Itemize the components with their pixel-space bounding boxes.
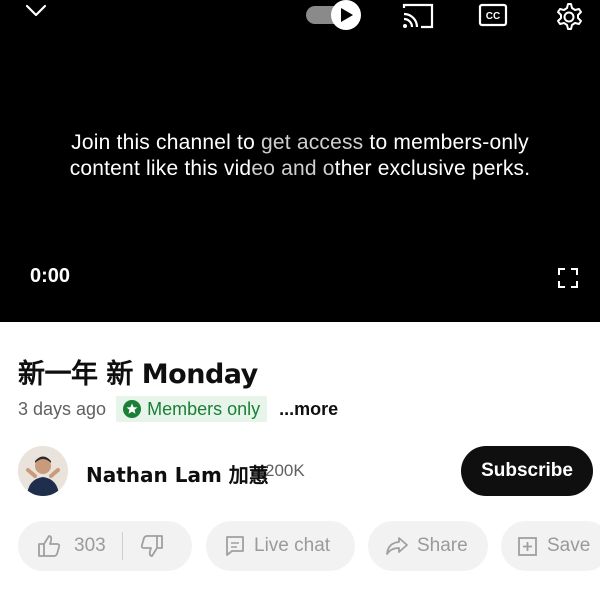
message-text: ther exclusive perks. bbox=[334, 157, 531, 180]
cast-icon[interactable] bbox=[400, 0, 436, 32]
subscriber-count: 200K bbox=[265, 461, 305, 480]
video-meta: 3 days ago Members only ...more bbox=[18, 396, 338, 422]
channel-avatar[interactable] bbox=[18, 446, 68, 496]
members-only-badge: Members only bbox=[116, 396, 268, 422]
share-button[interactable]: Share bbox=[368, 521, 488, 571]
video-title: 新一年 新 Monday bbox=[18, 359, 258, 390]
save-button[interactable]: Save bbox=[501, 521, 600, 571]
like-dislike-group: 303 bbox=[18, 521, 192, 571]
message-text: to members-only bbox=[363, 131, 529, 154]
captions-icon[interactable]: CC bbox=[476, 0, 510, 30]
chat-icon bbox=[224, 534, 246, 558]
dislike-button[interactable] bbox=[123, 521, 165, 571]
save-label: Save bbox=[547, 535, 591, 556]
save-playlist-icon bbox=[517, 535, 539, 557]
share-label: Share bbox=[417, 535, 468, 556]
message-text: Join this channel to bbox=[71, 131, 261, 154]
members-message: Join this channel to get access to membe… bbox=[0, 130, 600, 182]
settings-icon[interactable] bbox=[550, 0, 586, 32]
thumbs-down-icon bbox=[139, 533, 165, 559]
message-text: get access bbox=[261, 131, 364, 154]
star-icon bbox=[123, 400, 142, 418]
live-chat-label: Live chat bbox=[254, 535, 331, 556]
autoplay-toggle-icon[interactable] bbox=[304, 0, 364, 32]
subscribe-button[interactable]: Subscribe bbox=[461, 446, 593, 496]
share-icon bbox=[385, 535, 409, 557]
fullscreen-icon[interactable] bbox=[554, 264, 582, 292]
chevron-down-icon[interactable] bbox=[22, 0, 50, 22]
channel-name[interactable]: Nathan Lam 加蕙 bbox=[86, 459, 269, 488]
svg-text:CC: CC bbox=[486, 11, 500, 22]
more-link[interactable]: ...more bbox=[279, 399, 338, 420]
message-text: eo and o bbox=[251, 157, 335, 180]
members-only-label: Members only bbox=[147, 398, 261, 419]
video-player[interactable]: CC Join this channel to get access to me… bbox=[0, 0, 600, 322]
upload-age: 3 days ago bbox=[18, 398, 107, 419]
like-button[interactable]: 303 bbox=[18, 521, 106, 571]
like-count: 303 bbox=[74, 535, 106, 556]
thumbs-up-icon bbox=[36, 533, 62, 559]
message-text: content like this vid bbox=[69, 157, 252, 180]
time-display: 0:00 bbox=[30, 265, 71, 287]
live-chat-button[interactable]: Live chat bbox=[206, 521, 355, 571]
